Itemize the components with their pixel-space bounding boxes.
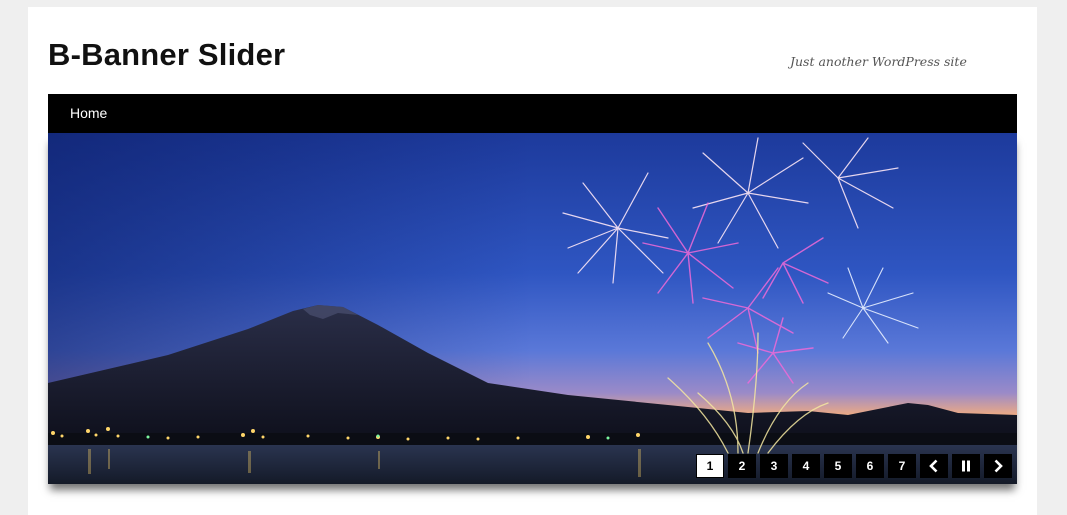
site-tagline: Just another WordPress site (790, 54, 967, 69)
pause-icon (962, 460, 970, 472)
slide-page-button[interactable]: 1 (696, 454, 724, 478)
slide-page-button[interactable]: 4 (792, 454, 820, 478)
slide-image (48, 133, 1017, 484)
nav-item-home[interactable]: Home (70, 105, 107, 121)
slide-page-button[interactable]: 6 (856, 454, 884, 478)
previous-slide-button[interactable] (920, 454, 948, 478)
next-slide-button[interactable] (984, 454, 1012, 478)
slider-pager: 1 2 3 4 5 6 7 (696, 454, 1012, 478)
chevron-right-icon (994, 459, 1003, 473)
slide-page-button[interactable]: 7 (888, 454, 916, 478)
pause-button[interactable] (952, 454, 980, 478)
slide-page-button[interactable]: 2 (728, 454, 756, 478)
chevron-left-icon (929, 459, 938, 473)
site-title[interactable]: B-Banner Slider (48, 37, 285, 73)
main-navigation: Home (48, 94, 1017, 133)
slide-page-button[interactable]: 5 (824, 454, 852, 478)
page-container: B-Banner Slider Just another WordPress s… (28, 7, 1037, 515)
slide-page-button[interactable]: 3 (760, 454, 788, 478)
banner-slider: 1 2 3 4 5 6 7 (48, 133, 1017, 484)
